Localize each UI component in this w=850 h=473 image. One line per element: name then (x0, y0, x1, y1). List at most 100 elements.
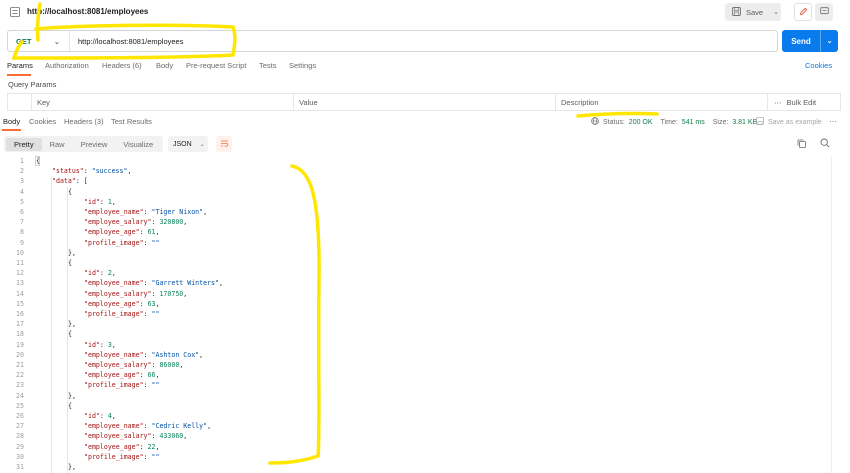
time-value[interactable]: 541 ms (682, 119, 705, 126)
size-value[interactable]: 3.81 KB (732, 119, 757, 126)
line-number: 11 (16, 259, 24, 267)
code-token: { (68, 330, 72, 339)
tab-pre-request-script[interactable]: Pre-request Script (186, 61, 246, 70)
view-mode-preview[interactable]: Preview (73, 138, 116, 151)
format-label: JSON (173, 140, 192, 148)
code-line: 15 "employee_age": 63, (0, 299, 840, 309)
line-number: 22 (16, 371, 24, 380)
line-content: "employee_salary": 86000, (84, 360, 183, 370)
code-token: "profile_image" (84, 310, 144, 318)
chevron-down-icon[interactable]: ⌄ (821, 37, 838, 45)
response-tabs: Body Cookies Headers (3) Test Results St… (0, 115, 850, 131)
code-token: { (36, 157, 40, 165)
line-number: 24 (16, 391, 24, 400)
code-token: , (111, 340, 116, 349)
more-options-icon[interactable]: ⋯ (829, 117, 837, 126)
comments-button[interactable] (815, 3, 833, 21)
code-line: 25 { (0, 401, 840, 411)
code-line: 29 "employee_age": 22, (0, 442, 840, 452)
send-button[interactable]: Send ⌄ (782, 30, 838, 52)
size-label: Size: (712, 118, 729, 126)
chevron-down-icon[interactable]: ⌄ (773, 8, 779, 16)
view-mode-group: Pretty Raw Preview Visualize (4, 136, 164, 152)
code-token: , (111, 197, 116, 206)
line-content: "employee_age": 22, (84, 442, 159, 452)
code-token: "employee_age" (84, 442, 140, 451)
response-tab-body[interactable]: Body (3, 117, 20, 126)
response-tab-headers[interactable]: Headers (3) (64, 117, 104, 126)
format-select[interactable]: JSON ⌄ (168, 136, 208, 152)
code-token: , (155, 228, 160, 237)
line-content: }, (68, 391, 76, 401)
response-body-editor[interactable]: 1{2 "status": "success", 3 "data": [4{5 "id"… (0, 156, 850, 473)
editor-scrollbar[interactable] (831, 156, 838, 473)
bulk-edit-link[interactable]: Bulk Edit (787, 98, 817, 107)
line-content: "id": 1, (84, 197, 116, 207)
line-number: 28 (16, 432, 24, 441)
response-tab-cookies[interactable]: Cookies (29, 117, 56, 126)
code-line: 1{ (0, 156, 840, 166)
more-options-icon[interactable]: ⋯ (774, 98, 782, 107)
save-button[interactable]: Save ⌄ (725, 3, 781, 21)
code-token: "status" (52, 167, 84, 176)
tab-tests[interactable]: Tests (259, 61, 277, 70)
code-token: "employee_name" (84, 422, 144, 431)
tab-params[interactable]: Params (7, 61, 33, 70)
code-line: 9 "profile_image": "" (0, 238, 840, 248)
response-tab-test-results[interactable]: Test Results (111, 117, 152, 126)
value-column-label: Value (299, 97, 318, 107)
code-token: , (207, 422, 212, 431)
line-number: 27 (16, 422, 24, 431)
code-token: "profile_image" (84, 381, 144, 390)
globe-icon[interactable] (591, 117, 599, 127)
code-token: "id" (84, 340, 100, 349)
line-number: 8 (20, 228, 24, 237)
line-number: 7 (20, 218, 24, 227)
view-mode-visualize[interactable]: Visualize (115, 138, 161, 151)
code-line: 23 "profile_image": "" (0, 380, 840, 390)
params-value-header: Value (294, 94, 556, 110)
line-content: "employee_name": "Cedric Kelly", (84, 421, 211, 431)
line-content: "employee_salary": 170750, (84, 289, 187, 299)
request-tab-title[interactable]: http://localhost:8081/employees (27, 7, 148, 16)
code-token: 170750 (159, 289, 184, 298)
code-token: "data" (52, 177, 76, 186)
code-line: 2 "status": "success", (0, 166, 840, 176)
key-column-label: Key (37, 97, 50, 107)
save-as-example-button[interactable]: Save as example (756, 117, 822, 127)
save-label: Save (746, 7, 764, 17)
wrap-lines-button[interactable] (216, 136, 232, 152)
code-token: "employee_name" (84, 208, 144, 216)
code-token: }, (68, 320, 76, 329)
code-line: 13 "employee_name": "Garrett Winters", (0, 278, 840, 288)
code-token: "" (151, 310, 160, 318)
code-token: "" (151, 381, 160, 390)
view-mode-pretty[interactable]: Pretty (6, 137, 42, 151)
edit-button[interactable] (794, 3, 812, 21)
tab-settings[interactable]: Settings (289, 61, 316, 70)
tab-headers[interactable]: Headers (6) (102, 61, 142, 70)
code-token: 320800 (159, 218, 184, 227)
line-content: "employee_salary": 320800, (84, 217, 187, 227)
code-token: : (143, 238, 152, 247)
line-number: 20 (16, 350, 24, 359)
line-number: 16 (16, 310, 24, 318)
code-line: 10}, (0, 248, 840, 258)
view-mode-raw[interactable]: Raw (42, 138, 73, 151)
http-method-select[interactable]: GET ⌄ (8, 31, 70, 51)
search-icon[interactable] (820, 138, 830, 150)
code-token: "success" (91, 167, 128, 176)
code-token: }, (68, 248, 76, 257)
status-value[interactable]: 200 OK (629, 119, 653, 126)
code-line: 26 "id": 4, (0, 411, 840, 421)
tab-body[interactable]: Body (156, 61, 173, 70)
url-input[interactable] (70, 31, 777, 51)
code-token: "employee_salary" (84, 432, 152, 441)
code-line: 20 "employee_name": "Ashton Cox", (0, 350, 840, 360)
code-line: 3 "data": [ (0, 176, 840, 186)
cookies-link[interactable]: Cookies (805, 61, 832, 70)
code-line: 14 "employee_salary": 170750, (0, 289, 840, 299)
copy-icon[interactable] (797, 139, 806, 150)
tab-authorization[interactable]: Authorization (45, 61, 89, 70)
line-number: 23 (16, 381, 24, 390)
